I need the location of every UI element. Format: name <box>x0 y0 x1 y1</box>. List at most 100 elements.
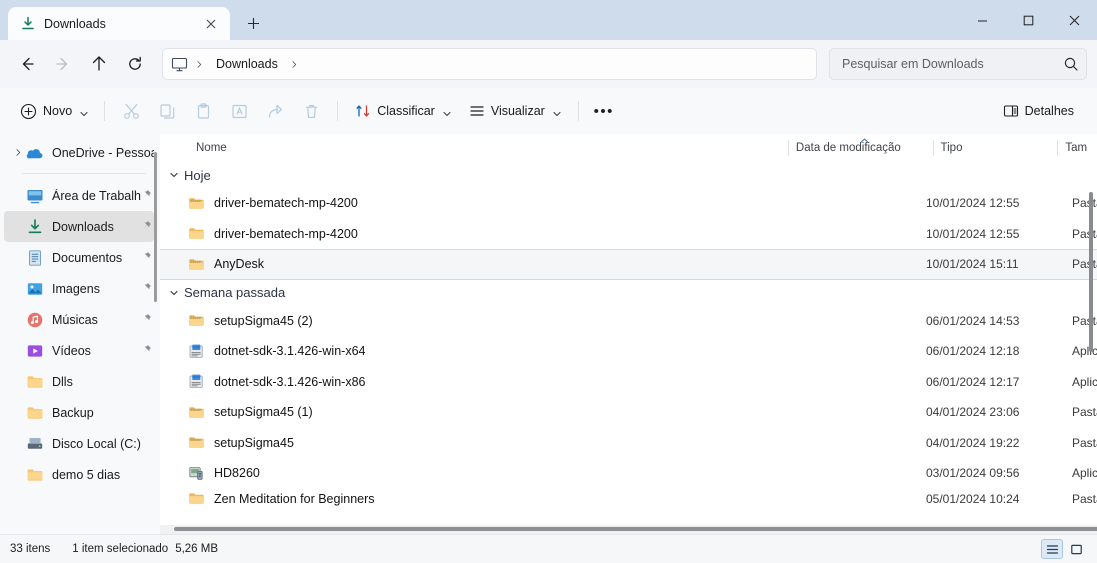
new-button[interactable]: Novo <box>14 96 96 126</box>
zip-folder-icon <box>188 312 205 329</box>
forward-button[interactable] <box>46 48 80 80</box>
table-row[interactable]: dotnet-sdk-3.1.426-win-x86 06/01/2024 12… <box>160 367 1097 398</box>
chevron-right-icon-2[interactable] <box>286 60 304 68</box>
overflow-menu-button[interactable]: ••• <box>587 96 621 126</box>
copy-icon[interactable] <box>149 96 185 126</box>
file-date: 03/01/2024 09:56 <box>926 466 1020 481</box>
sidebar-scrollbar[interactable] <box>154 152 157 302</box>
chevron-right-icon <box>190 60 208 68</box>
group-header-semana-passada[interactable]: Semana passada <box>160 280 1097 306</box>
minimize-button[interactable] <box>959 0 1005 40</box>
breadcrumb-path[interactable]: Downloads <box>210 57 284 71</box>
share-icon[interactable] <box>257 96 293 126</box>
sort-label: Classificar <box>377 104 435 118</box>
column-header-date-label: Data de modificação <box>795 142 901 154</box>
selection-size: 5,26 MB <box>175 543 219 555</box>
file-name-cell: dotnet-sdk-3.1.426-win-x86 <box>188 373 365 390</box>
details-label: Detalhes <box>1024 104 1074 118</box>
table-row[interactable]: driver-bematech-mp-4200 10/01/2024 12:55… <box>160 219 1097 250</box>
address-bar: Downloads <box>0 40 1097 88</box>
sidebar-item-dlls[interactable]: Dlls <box>4 366 154 397</box>
table-row[interactable]: setupSigma45 04/01/2024 19:22 Pasta comp… <box>160 428 1097 459</box>
search-icon[interactable] <box>1064 57 1078 71</box>
column-header-type[interactable]: Tipo <box>932 134 1058 162</box>
sidebar-item-desktop[interactable]: Área de Trabalho <box>4 180 154 211</box>
pin-icon[interactable] <box>141 249 152 267</box>
toolbar-divider-3 <box>577 101 579 121</box>
file-name-cell: setupSigma45 <box>188 434 294 451</box>
up-button[interactable] <box>82 48 116 80</box>
sort-button[interactable]: Classificar <box>346 96 460 126</box>
vertical-scrollbar[interactable] <box>1089 192 1093 352</box>
toolbar-divider-2 <box>337 101 339 121</box>
close-tab-icon[interactable] <box>200 13 222 35</box>
breadcrumb[interactable]: Downloads <box>162 48 817 80</box>
sidebar-item-documents[interactable]: Documentos <box>4 242 154 273</box>
sidebar-item-downloads[interactable]: Downloads <box>4 211 154 242</box>
group-header-hoje[interactable]: Hoje <box>160 162 1097 188</box>
pin-icon[interactable] <box>141 187 152 205</box>
table-row[interactable]: setupSigma45 (1) 04/01/2024 23:06 Pasta … <box>160 397 1097 428</box>
sidebar-item-local-disk[interactable]: Disco Local (C:) <box>4 428 154 459</box>
list-view-icon[interactable] <box>1041 539 1063 559</box>
view-toggle-group <box>1041 539 1087 559</box>
pin-icon[interactable] <box>141 311 152 329</box>
maximize-button[interactable] <box>1005 0 1051 40</box>
table-row[interactable]: setupSigma45 (2) 06/01/2024 14:53 Pasta … <box>160 306 1097 337</box>
table-row[interactable]: HD8260 03/01/2024 09:56 Aplicativo 19 <box>160 458 1097 489</box>
delete-icon[interactable] <box>293 96 329 126</box>
view-button[interactable]: Visualizar <box>460 96 570 126</box>
cut-icon[interactable] <box>113 96 149 126</box>
file-date: 04/01/2024 23:06 <box>926 405 1020 420</box>
column-header-date[interactable]: Data de modificação <box>787 134 933 162</box>
pin-icon[interactable] <box>141 342 152 360</box>
rename-icon[interactable] <box>221 96 257 126</box>
videos-icon <box>26 342 44 360</box>
details-pane-button[interactable]: Detalhes <box>994 96 1083 126</box>
msi-icon <box>188 343 205 360</box>
sidebar-label: Área de Trabalho <box>52 188 141 203</box>
column-header-size[interactable]: Tam <box>1057 134 1097 162</box>
tab-downloads[interactable]: Downloads <box>8 7 230 40</box>
chevron-down-icon-sort <box>443 107 451 117</box>
file-date: 10/01/2024 15:11 <box>926 257 1019 272</box>
sidebar-item-music[interactable]: Músicas <box>4 304 154 335</box>
monitor-icon[interactable] <box>171 56 188 73</box>
group-label: Semana passada <box>184 285 286 300</box>
sidebar-item-videos[interactable]: Vídeos <box>4 335 154 366</box>
chevron-down-icon-view <box>553 107 561 117</box>
chevron-right-icon[interactable] <box>10 149 26 156</box>
table-row[interactable]: dotnet-sdk-3.1.426-win-x64 06/01/2024 12… <box>160 336 1097 367</box>
column-header-name[interactable]: Nome <box>188 134 788 162</box>
file-name: dotnet-sdk-3.1.426-win-x64 <box>214 344 366 359</box>
new-tab-button[interactable] <box>236 7 270 40</box>
file-date: 04/01/2024 19:22 <box>926 435 1020 450</box>
search-input[interactable] <box>842 57 1064 71</box>
back-button[interactable] <box>10 48 44 80</box>
sidebar-item-onedrive[interactable]: OneDrive - Pessoal <box>4 137 154 168</box>
sidebar-item-pictures[interactable]: Imagens <box>4 273 154 304</box>
refresh-button[interactable] <box>118 48 152 80</box>
close-window-button[interactable] <box>1051 0 1097 40</box>
window-controls <box>959 0 1097 40</box>
table-row[interactable]: driver-bematech-mp-4200 10/01/2024 12:55… <box>160 188 1097 219</box>
paste-icon[interactable] <box>185 96 221 126</box>
documents-icon <box>26 249 44 267</box>
tile-view-icon[interactable] <box>1065 539 1087 559</box>
file-date: 10/01/2024 12:55 <box>926 196 1020 211</box>
horizontal-scrollbar-thumb[interactable] <box>174 527 1097 531</box>
drive-icon <box>26 435 44 453</box>
folder-icon <box>26 404 44 422</box>
new-button-label: Novo <box>43 104 73 118</box>
table-row[interactable]: Zen Meditation for Beginners 05/01/2024 … <box>160 489 1097 509</box>
file-name-cell: setupSigma45 (1) <box>188 404 313 421</box>
sidebar-label: Músicas <box>52 312 98 327</box>
pin-icon[interactable] <box>141 218 152 236</box>
sidebar-item-backup[interactable]: Backup <box>4 397 154 428</box>
horizontal-scrollbar-track[interactable] <box>160 525 1097 534</box>
file-name-cell: dotnet-sdk-3.1.426-win-x64 <box>188 343 365 360</box>
sidebar-item-demo-5-dias[interactable]: demo 5 dias <box>4 459 154 490</box>
search-box[interactable] <box>829 48 1087 80</box>
pin-icon[interactable] <box>141 280 152 298</box>
table-row[interactable]: AnyDesk 10/01/2024 15:11 Pasta compactad… <box>160 249 1097 280</box>
